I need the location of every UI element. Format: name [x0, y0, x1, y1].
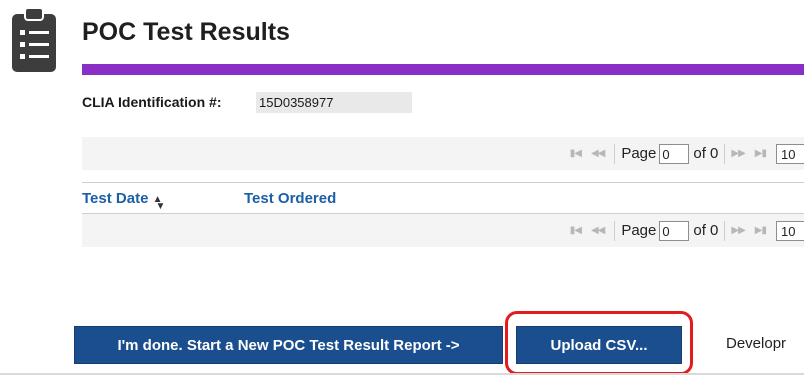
upload-csv-button[interactable]: Upload CSV...: [516, 326, 682, 364]
clipboard-list-icon: [12, 6, 56, 72]
page-size-select[interactable]: 10: [776, 143, 804, 164]
bottom-divider: [0, 373, 804, 375]
top-pager: ▮◀ ◀◀ Page 0 of 0 ▶▶ ▶▮ 10: [570, 137, 804, 170]
developer-link[interactable]: Developr: [726, 335, 786, 352]
last-page-icon[interactable]: ▶▮: [755, 148, 767, 159]
pager-separator: [724, 220, 726, 241]
pager-separator: [614, 220, 616, 241]
page-label: Page: [621, 222, 657, 239]
start-new-report-button[interactable]: I'm done. Start a New POC Test Result Re…: [74, 326, 503, 364]
title-accent-bar: [82, 64, 804, 75]
column-header-test-ordered[interactable]: Test Ordered: [244, 190, 336, 207]
prev-page-icon[interactable]: ◀◀: [591, 225, 605, 236]
column-label: Test Date: [82, 190, 149, 207]
last-page-icon[interactable]: ▶▮: [755, 225, 767, 236]
table-header-top-border: [82, 182, 804, 183]
page-count-label: of 0: [693, 222, 719, 239]
column-header-test-date[interactable]: Test Date ▲▼: [82, 190, 165, 212]
page-label: Page: [621, 145, 657, 162]
pager-separator: [614, 143, 616, 164]
prev-page-icon[interactable]: ◀◀: [591, 148, 605, 159]
clia-value-field: 15D0358977: [256, 92, 412, 113]
page-count-label: of 0: [693, 145, 719, 162]
top-pager-bar: ▮◀ ◀◀ Page 0 of 0 ▶▶ ▶▮ 10: [82, 137, 804, 170]
next-page-icon[interactable]: ▶▶: [731, 225, 745, 236]
sort-icon: ▲▼: [152, 194, 166, 212]
page-number-input[interactable]: 0: [659, 220, 690, 241]
page-size-select[interactable]: 10: [776, 220, 804, 241]
clia-label: CLIA Identification #:: [82, 94, 222, 110]
page-number-input[interactable]: 0: [659, 143, 690, 164]
bottom-pager: ▮◀ ◀◀ Page 0 of 0 ▶▶ ▶▮ 10: [570, 214, 804, 247]
next-page-icon[interactable]: ▶▶: [731, 148, 745, 159]
upload-csv-label: Upload CSV...: [550, 336, 648, 354]
first-page-icon[interactable]: ▮◀: [570, 225, 582, 236]
pager-separator: [724, 143, 726, 164]
bottom-pager-bar: ▮◀ ◀◀ Page 0 of 0 ▶▶ ▶▮ 10: [82, 214, 804, 247]
page-title: POC Test Results: [82, 18, 290, 46]
first-page-icon[interactable]: ▮◀: [570, 148, 582, 159]
